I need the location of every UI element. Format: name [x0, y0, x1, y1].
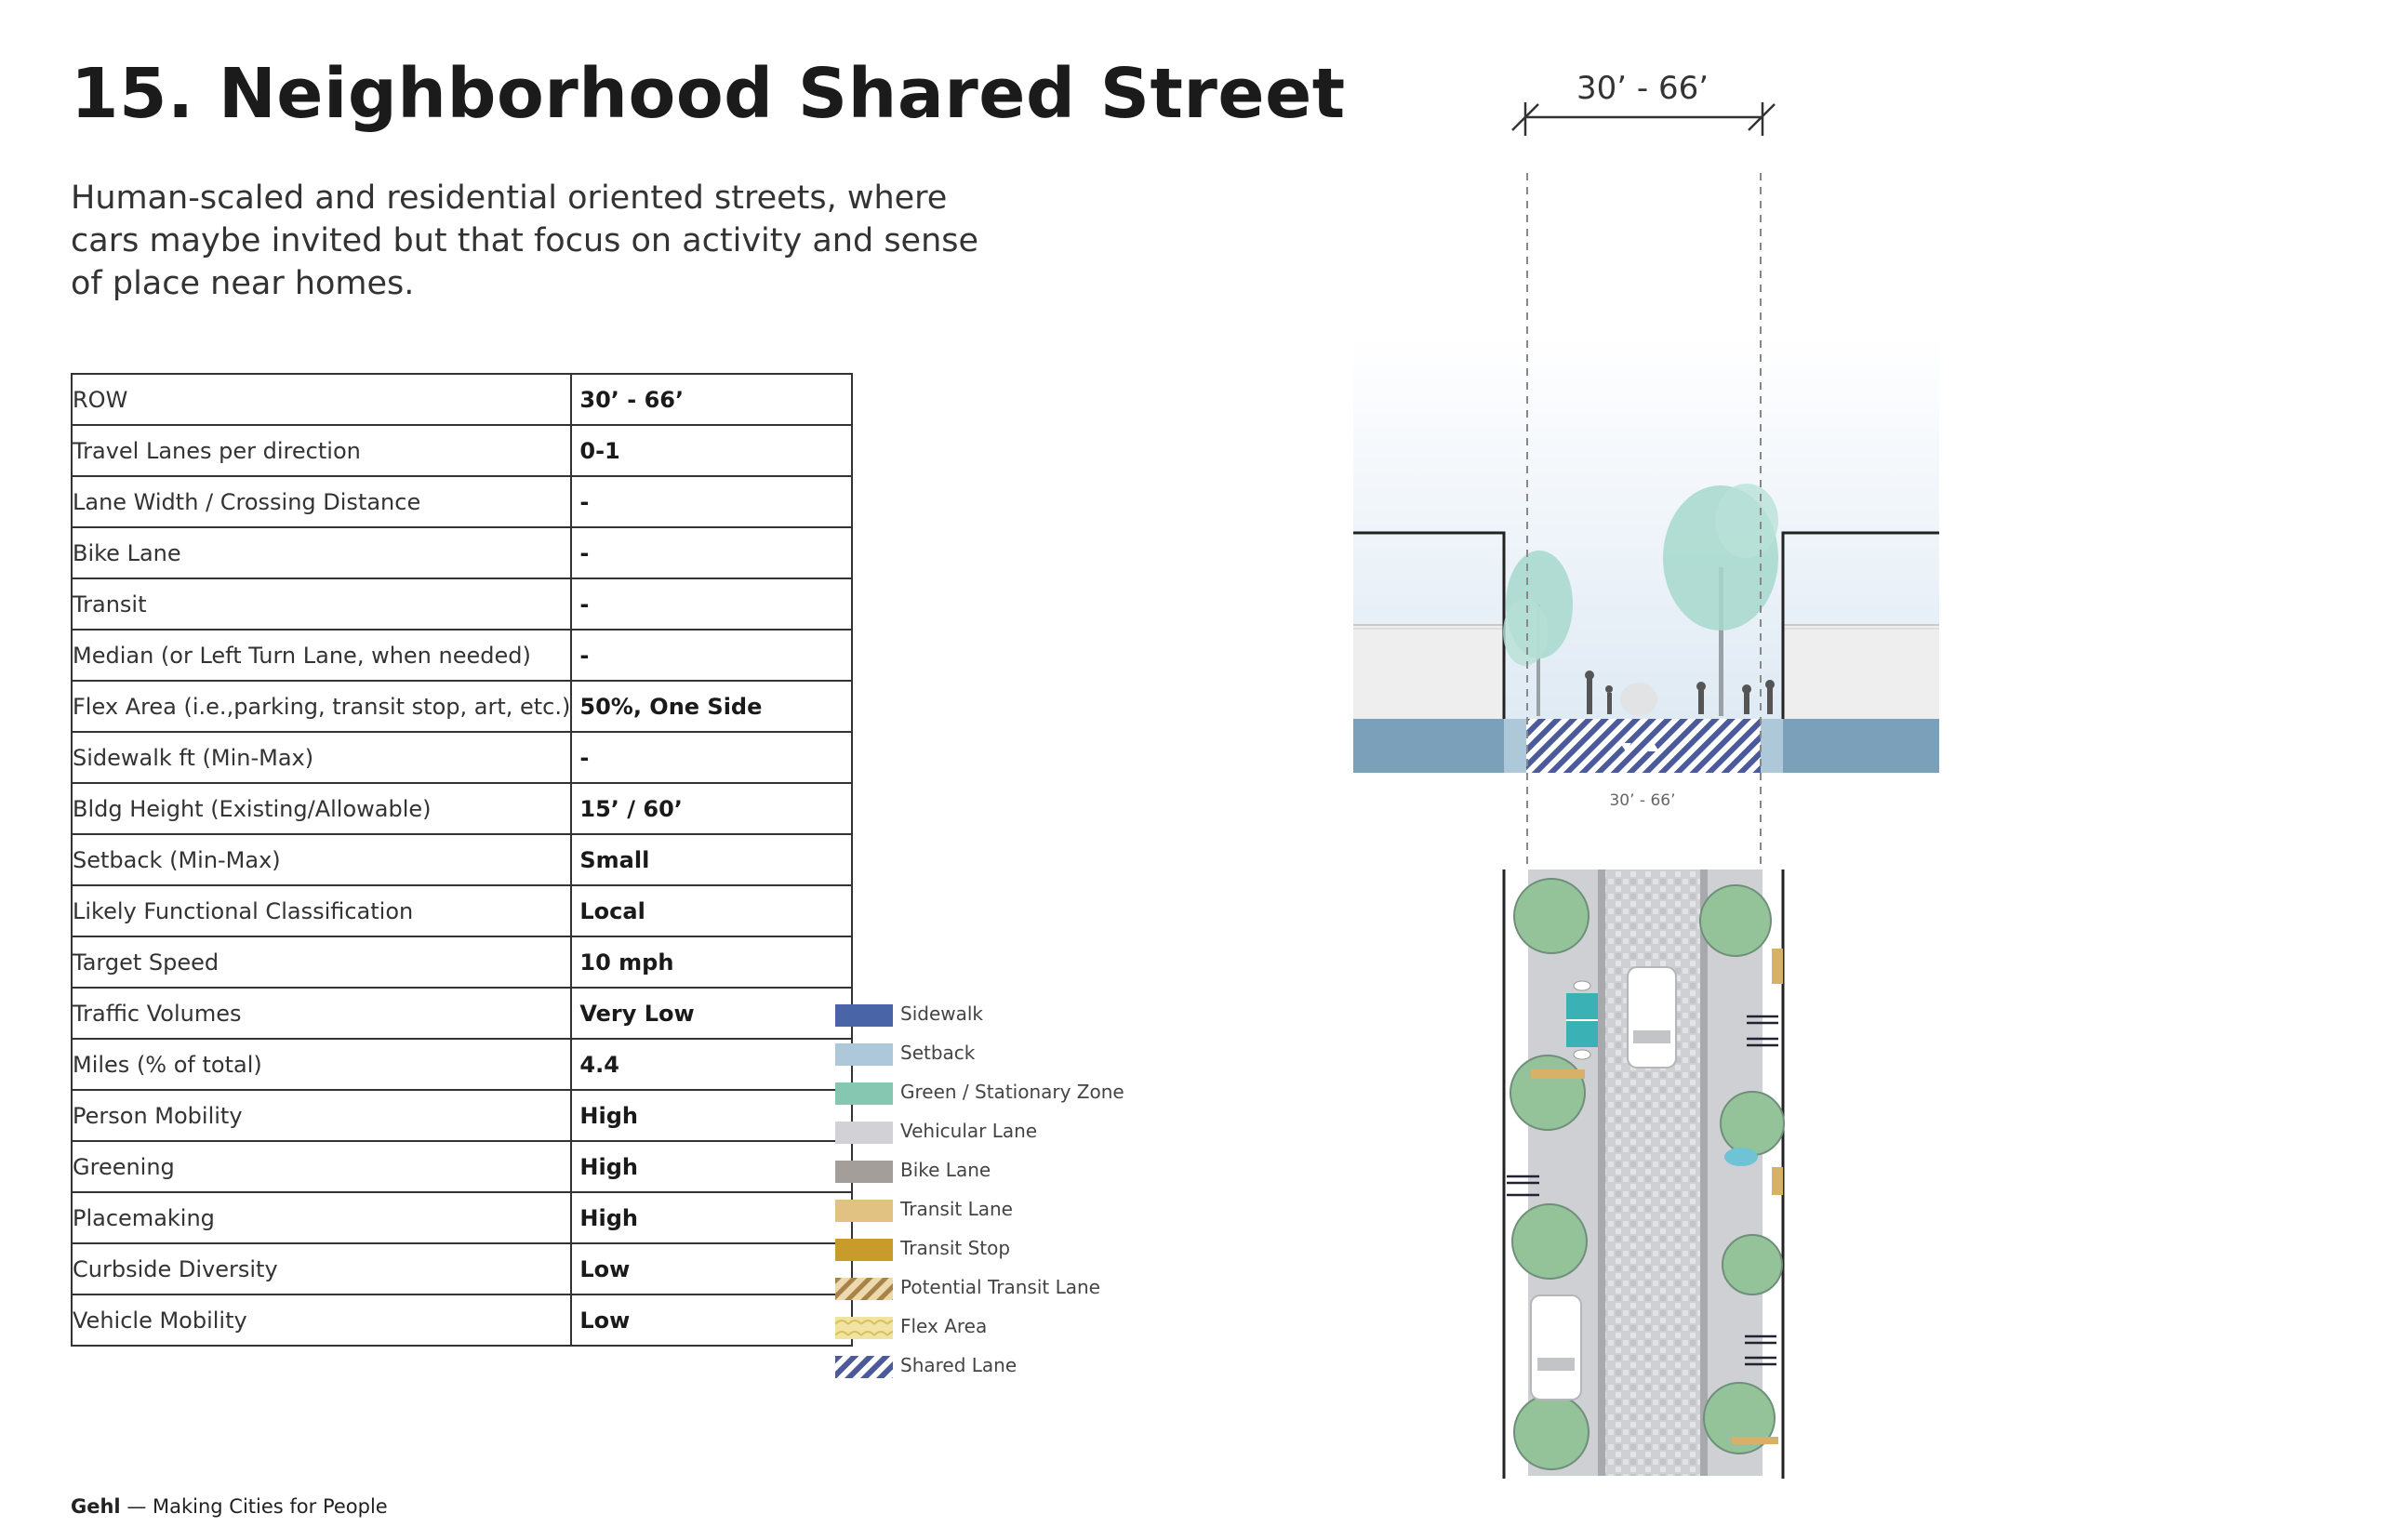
section-dimension-label: 30’ - 66’ — [1609, 791, 1675, 810]
footer: Gehl — Making Cities for People — [71, 1495, 388, 1518]
street-plan — [1502, 870, 1785, 1479]
shared-lane-section — [1526, 719, 1761, 773]
bench-icon — [1620, 683, 1657, 716]
seating-icon — [1724, 1148, 1758, 1166]
footer-brand: Gehl — [71, 1495, 121, 1518]
row-dimension-line — [1511, 102, 1776, 136]
street-drawing: 30’ - 66’ 30’ - 66’ — [1353, 70, 1939, 1479]
footer-tagline: — Making Cities for People — [120, 1495, 388, 1518]
street-section: 30’ - 66’ — [1353, 335, 1939, 810]
row-dimension-label: 30’ - 66’ — [1576, 70, 1709, 107]
